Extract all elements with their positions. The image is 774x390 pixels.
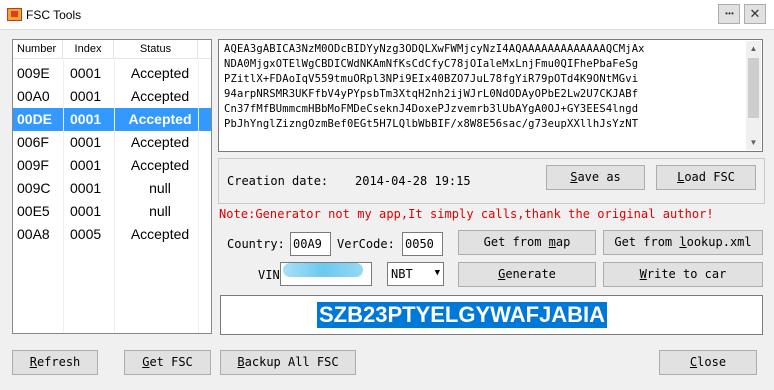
- table-row[interactable]: 00A8 0005 Accepted: [13, 223, 211, 246]
- cell-index: 0001: [70, 88, 102, 104]
- fsc-list[interactable]: Number Index Status 009E 0001 Accepted 00A0…: [12, 39, 212, 334]
- generated-code-field[interactable]: SZB23PTYELGYWAFJABIA: [220, 295, 763, 335]
- help-button[interactable]: • • •: [718, 4, 740, 24]
- model-select[interactable]: NBT ▼: [387, 262, 444, 286]
- vercode-input[interactable]: 0050: [402, 232, 443, 256]
- load-fsc-button[interactable]: Load FSC: [656, 165, 756, 190]
- key-text-line: 94arpNRSMR3UKFfbV4yPYpsbTm3XtqH2nh2ijWJr…: [224, 88, 639, 101]
- cell-index: 0001: [70, 65, 102, 81]
- app-icon: [7, 8, 22, 21]
- cell-index: 0001: [70, 111, 102, 127]
- cell-number: 00A8: [17, 226, 50, 242]
- vin-label: VIN: [258, 268, 280, 282]
- cell-status: null: [149, 180, 171, 196]
- cell-index: 0005: [70, 226, 102, 242]
- table-row[interactable]: 009E 0001 Accepted: [13, 62, 211, 85]
- cell-status: Accepted: [130, 134, 190, 150]
- author-note: Note:Generator not my app,It simply call…: [219, 207, 714, 221]
- country-label: Country:: [227, 237, 285, 251]
- generate-button[interactable]: Generate: [458, 262, 596, 287]
- fsc-key-text: AQEA3gABICA3NzM0ODcBIDYyNzg3ODQLXwFWMjcy…: [224, 42, 744, 148]
- scroll-up-icon[interactable]: ▲: [746, 41, 761, 56]
- cell-index: 0001: [70, 134, 102, 150]
- backup-all-fsc-button[interactable]: Backup All FSC: [220, 350, 356, 375]
- cell-number: 00DE: [17, 111, 53, 127]
- vercode-label: VerCode:: [337, 237, 395, 251]
- country-input[interactable]: 00A9: [290, 232, 331, 256]
- cell-status: Accepted: [128, 111, 192, 127]
- close-window-icon[interactable]: ✕: [744, 4, 766, 24]
- cell-index: 0001: [70, 203, 102, 219]
- cell-number: 00E5: [17, 203, 50, 219]
- generated-code: SZB23PTYELGYWAFJABIA: [317, 302, 608, 328]
- table-row[interactable]: 00A0 0001 Accepted: [13, 85, 211, 108]
- cell-number: 009F: [17, 157, 49, 173]
- refresh-button[interactable]: Refresh: [12, 350, 98, 375]
- cell-status: Accepted: [130, 65, 190, 81]
- list-grid-line: [63, 60, 64, 333]
- vin-redaction: [283, 263, 363, 277]
- key-text-line: PbJhYnglZizngOzmBef0EGt5H7LQlbWbBIF/x8W8…: [224, 118, 639, 131]
- cell-status: Accepted: [130, 88, 190, 104]
- get-from-lookup-button[interactable]: Get from lookup.xml: [603, 230, 763, 255]
- key-text-line: PZitlX+FDAoIqV559tmuORpl3NPi9EIx40BZO7Ju…: [224, 73, 639, 86]
- cell-number: 006F: [17, 134, 49, 150]
- cell-status: null: [149, 203, 171, 219]
- table-row[interactable]: 00DE 0001 Accepted: [13, 108, 211, 131]
- save-as-button[interactable]: Save as: [546, 165, 645, 190]
- cell-status: Accepted: [130, 157, 190, 173]
- scroll-thumb[interactable]: [748, 58, 759, 118]
- key-text-line: Cn37fMfBUmmcmHBbMoFMDeCseknJ4DoxePJzvemr…: [224, 103, 639, 116]
- cell-number: 009E: [17, 65, 50, 81]
- table-row[interactable]: 009F 0001 Accepted: [13, 154, 211, 177]
- cell-status: Accepted: [130, 226, 190, 242]
- cell-index: 0001: [70, 180, 102, 196]
- fsc-key-textarea[interactable]: AQEA3gABICA3NzM0ODcBIDYyNzg3ODQLXwFWMjcy…: [218, 39, 763, 152]
- table-row[interactable]: 006F 0001 Accepted: [13, 131, 211, 154]
- chevron-down-icon[interactable]: ▼: [435, 263, 440, 283]
- table-row[interactable]: 00E5 0001 null: [13, 200, 211, 223]
- key-scrollbar[interactable]: ▲ ▼: [746, 41, 761, 150]
- table-row[interactable]: 009C 0001 null: [13, 177, 211, 200]
- list-header: Number Index Status: [13, 40, 211, 59]
- list-grid-line: [198, 60, 199, 333]
- key-text-line: NDA0MjgxOTElWgCBDICWdNKAmNfKsCdCfyC78jOI…: [224, 58, 639, 71]
- cell-number: 00A0: [17, 88, 50, 104]
- key-text-line: AQEA3gABICA3NzM0ODcBIDYyNzg3ODQLXwFWMjcy…: [224, 43, 645, 55]
- cell-number: 009C: [17, 180, 51, 196]
- scroll-down-icon[interactable]: ▼: [746, 135, 761, 150]
- title-bar: FSC Tools • • • ✕: [0, 0, 774, 30]
- column-number-header[interactable]: Number: [13, 40, 63, 59]
- column-index-header[interactable]: Index: [63, 40, 114, 59]
- close-button[interactable]: Close: [659, 350, 757, 375]
- window-title: FSC Tools: [26, 8, 82, 22]
- column-status-header[interactable]: Status: [114, 40, 198, 59]
- creation-date-label: Creation date:: [227, 174, 329, 188]
- cell-index: 0001: [70, 157, 102, 173]
- get-fsc-button[interactable]: Get FSC: [124, 350, 211, 375]
- get-from-map-button[interactable]: Get from map: [458, 230, 596, 255]
- list-grid-line: [114, 60, 115, 333]
- write-to-car-button[interactable]: Write to car: [603, 262, 763, 287]
- creation-date-value: 2014-04-28 19:15: [355, 174, 471, 188]
